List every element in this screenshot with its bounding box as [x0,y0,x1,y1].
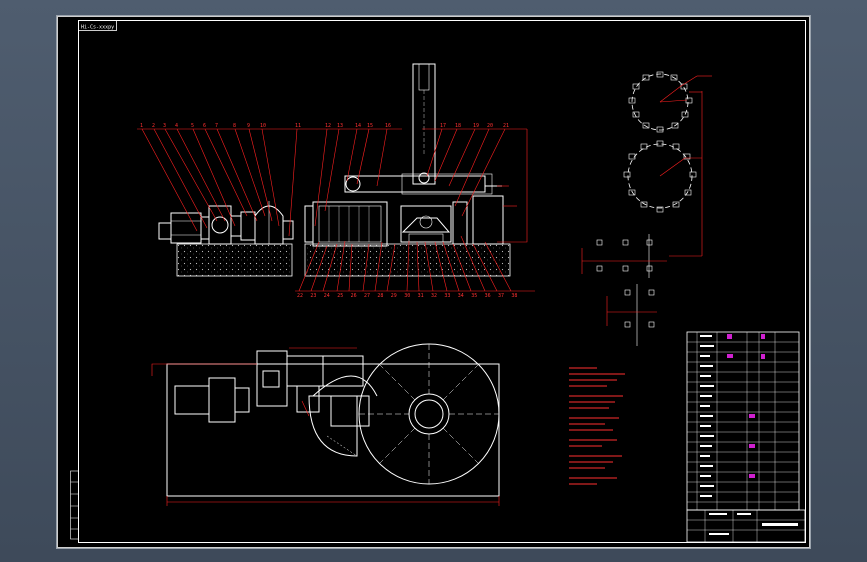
callout-number-8: 8 [233,123,236,129]
callout-number-32: 32 [431,293,437,299]
callout-number-1: 1 [140,123,143,129]
callout-number-22: 22 [297,293,303,299]
callout-number-33: 33 [444,293,450,299]
callout-number-13: 13 [337,123,343,129]
callout-number-11: 11 [295,123,301,129]
callout-number-16: 16 [385,123,391,129]
callout-number-34: 34 [458,293,464,299]
title-block [686,509,806,543]
callout-number-5: 5 [191,123,194,129]
callout-number-28: 28 [377,293,383,299]
drawing-sheet: Hi-Cs-xxxpy 1 2 3 4 5 6 7 8 9 10 11 12 1… [56,15,811,549]
callout-number-14: 14 [355,123,361,129]
callout-number-35: 35 [471,293,477,299]
anchor-bolt-layout [581,234,702,346]
callout-number-36: 36 [485,293,491,299]
callout-leaders-top [137,128,528,243]
brake-coupling [208,205,256,245]
plan-view [166,343,500,497]
front-elevation-view [158,63,511,277]
callout-number-12: 12 [325,123,331,129]
vertical-column [412,63,436,185]
callout-number-3: 3 [163,123,166,129]
callout-number-15: 15 [367,123,373,129]
callout-number-20: 20 [487,123,493,129]
callout-number-31: 31 [418,293,424,299]
callout-number-24: 24 [324,293,330,299]
callout-number-2: 2 [152,123,155,129]
flange-detail-top [628,71,712,133]
plan-dimensions [151,347,500,506]
callout-number-17: 17 [440,123,446,129]
cad-drawing: Hi-Cs-xxxpy 1 2 3 4 5 6 7 8 9 10 11 12 1… [57,16,810,548]
technical-notes [569,367,625,485]
callout-number-18: 18 [455,123,461,129]
callout-number-38: 38 [511,293,517,299]
callout-number-26: 26 [351,293,357,299]
callout-number-7: 7 [215,123,218,129]
slewing-unit [400,195,504,245]
callout-number-4: 4 [175,123,178,129]
callout-number-27: 27 [364,293,370,299]
parts-list-table [686,331,800,511]
foundation-left [176,243,293,277]
callout-number-19: 19 [473,123,479,129]
callout-number-37: 37 [498,293,504,299]
callout-number-23: 23 [310,293,316,299]
drawing-tag: Hi-Cs-xxxpy [81,25,114,31]
callout-number-10: 10 [260,123,266,129]
callout-number-25: 25 [337,293,343,299]
outer-frame [57,16,810,548]
reducer [254,201,294,245]
callout-number-9: 9 [247,123,250,129]
left-margin-strip [70,470,79,540]
callout-number-30: 30 [404,293,410,299]
callout-number-6: 6 [203,123,206,129]
callout-number-21: 21 [503,123,509,129]
callout-number-29: 29 [391,293,397,299]
inner-frame [78,20,806,543]
